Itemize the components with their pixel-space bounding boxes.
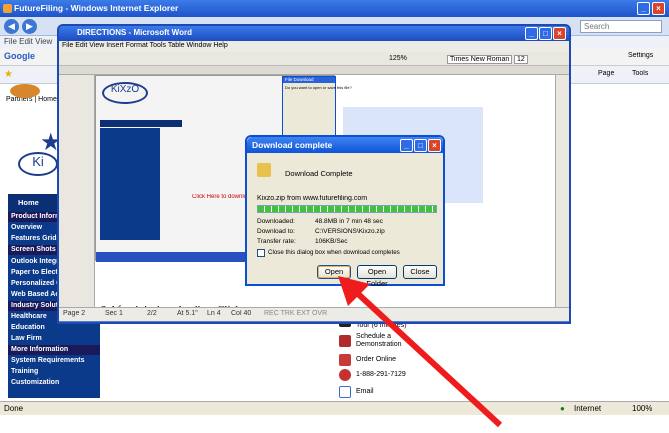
status-page: Page 2 [63, 310, 86, 317]
sidebar-item-system-req[interactable]: System Requirements [11, 357, 85, 364]
transfer-rate-value: 106KB/Sec [315, 238, 348, 245]
status-zone: Internet [574, 404, 602, 413]
download-complete-dialog: Download complete _ □ × Download Complet… [245, 135, 445, 288]
search-input[interactable]: Search [580, 20, 662, 33]
transfer-rate-label: Transfer rate: [257, 238, 296, 245]
sidebar-item-customization[interactable]: Customization [11, 379, 59, 386]
status-zoom[interactable]: 100% [632, 404, 652, 413]
download-progress-fill [258, 206, 436, 212]
sidebar-heading-more-info: More Information [8, 345, 100, 355]
dialog-close-x-button[interactable]: × [428, 139, 441, 152]
status-section: Sec 1 [105, 310, 123, 317]
download-complete-icon [257, 163, 271, 177]
dialog-from: Kixzo.zip from www.futurefiling.com [257, 195, 368, 202]
ie-window-title: FutureFiling - Windows Internet Explorer [14, 3, 179, 13]
arrow-shaft [353, 289, 503, 428]
word-minimize-button[interactable]: _ [525, 27, 538, 40]
ie-icon [3, 4, 12, 13]
sidebar-item-training[interactable]: Training [11, 368, 38, 375]
status-at: At 5.1" [177, 310, 198, 317]
word-title-bar: DIRECTIONS - Microsoft Word [59, 26, 569, 41]
download-to-label: Download to: [257, 228, 295, 235]
word-close-button[interactable]: × [553, 27, 566, 40]
sidebar-item-law-firm[interactable]: Law Firm [11, 335, 42, 342]
sidebar-item-healthcare[interactable]: Healthcare [11, 313, 47, 320]
nav-home[interactable]: Home [18, 198, 39, 207]
sidebar-item-web-based[interactable]: Web Based Acc [11, 291, 63, 298]
sidebar-item-personalized[interactable]: Personalized C [11, 280, 61, 287]
word-maximize-button[interactable]: □ [539, 27, 552, 40]
ie-title-bar: FutureFiling - Windows Internet Explorer [0, 0, 669, 17]
word-left-margin [59, 75, 95, 307]
status-line: Ln 4 [207, 310, 221, 317]
annotation-arrow [338, 276, 503, 428]
status-pages: 2/2 [147, 310, 157, 317]
settings-button[interactable]: Settings [628, 52, 653, 59]
word-vertical-scrollbar[interactable] [555, 75, 569, 307]
zoom-select[interactable]: 125% [389, 55, 407, 62]
dialog-maximize-button[interactable]: □ [414, 139, 427, 152]
sidebar-item-education[interactable]: Education [11, 324, 45, 331]
sidebar-item-features-grid[interactable]: Features Grid [11, 235, 57, 242]
kixzo-logo: Ki [18, 152, 58, 176]
site-nav-links[interactable]: Partners | Home | [6, 96, 61, 103]
word-menu-bar[interactable]: File Edit View Insert Format Tools Table… [59, 41, 569, 52]
embedded-sidebar [100, 128, 160, 240]
embedded-nav [100, 120, 182, 127]
word-ruler[interactable] [59, 66, 569, 75]
forward-icon[interactable]: ▶ [22, 19, 37, 34]
ie-close-button[interactable]: × [652, 2, 665, 15]
font-select[interactable]: Times New Roman [447, 55, 513, 64]
embedded-file-dialog-title: File Download [283, 77, 335, 83]
close-when-complete-checkbox[interactable] [257, 249, 265, 257]
sidebar-item-overview[interactable]: Overview [11, 224, 42, 231]
word-toolbar: 125% Times New Roman 12 [59, 52, 569, 66]
download-progress-bar [257, 205, 437, 213]
font-size-select[interactable]: 12 [514, 55, 528, 64]
star-icon[interactable]: ★ [4, 69, 13, 80]
dialog-heading: Download Complete [285, 169, 353, 178]
ie-minimize-button[interactable]: _ [637, 2, 650, 15]
page-menu[interactable]: Page [598, 70, 614, 77]
dialog-title: Download complete [252, 140, 333, 150]
sidebar-item-outlook[interactable]: Outlook Integr [11, 258, 59, 265]
close-when-complete-label[interactable]: Close this dialog box when download comp… [268, 249, 400, 256]
back-icon[interactable]: ◀ [4, 19, 19, 34]
status-column: Col 40 [231, 310, 252, 317]
tools-menu[interactable]: Tools [632, 70, 648, 77]
downloaded-value: 48.8MB in 7 min 48 sec [315, 218, 383, 225]
sidebar-item-paper[interactable]: Paper to Electr [11, 269, 60, 276]
status-text: Done [4, 404, 24, 413]
downloaded-label: Downloaded: [257, 218, 295, 225]
globe-icon: ● [560, 404, 565, 413]
google-logo: Google [4, 51, 35, 61]
site-logo-icon [10, 84, 40, 98]
download-to-value: C:\VERSIONS\Kixzo.zip [315, 228, 385, 235]
dialog-minimize-button[interactable]: _ [400, 139, 413, 152]
embedded-file-dialog-question: Do you want to open or save this file? [285, 85, 352, 90]
embedded-kixzo-logo: KiXzO [102, 82, 148, 104]
word-window-title: DIRECTIONS - Microsoft Word [77, 28, 192, 37]
status-flags: REC TRK EXT OVR [264, 310, 328, 317]
